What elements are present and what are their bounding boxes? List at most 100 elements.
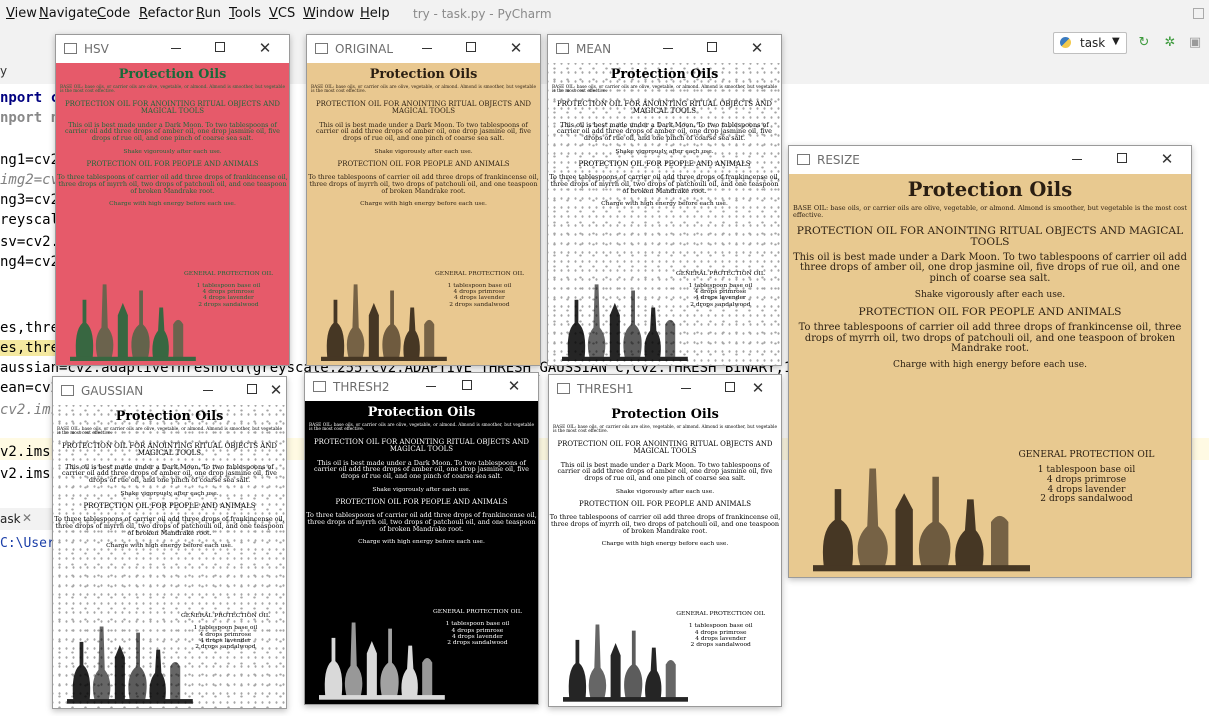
run-tab-label: ask <box>0 512 21 526</box>
recipe-body-2: To three tablespoons of carrier oil add … <box>549 173 780 195</box>
window-title: MEAN <box>576 42 612 56</box>
minimize-icon[interactable] <box>658 40 678 56</box>
minimize-icon[interactable] <box>166 40 186 56</box>
window-titlebar[interactable]: HSV ✕ <box>56 35 289 63</box>
recipe-body-1: This oil is best made under a Dark Moon.… <box>793 252 1187 284</box>
gaussian-window[interactable]: GAUSSIAN ✕ Protection Oils BASE OIL: bas… <box>52 376 287 709</box>
minimize-icon[interactable] <box>676 380 696 396</box>
ingredient-item: 2 drops sandalwood <box>449 300 510 308</box>
ingredient-list: 1 tablespoon base oil 4 drops primrose 4… <box>428 282 531 308</box>
recipe-heading-2: PROTECTION OIL FOR PEOPLE AND ANIMALS <box>335 497 508 506</box>
recipe-title: Protection Oils <box>115 409 224 424</box>
recipe-heading-2: PROTECTION OIL FOR PEOPLE AND ANIMALS <box>83 501 256 510</box>
coverage-icon[interactable]: ▣ <box>1188 36 1202 50</box>
window-title: GAUSSIAN <box>81 384 144 398</box>
python-icon <box>1060 37 1071 48</box>
run-tool-tab[interactable]: ask ✕ <box>0 508 60 530</box>
recipe-bottom: GENERAL PROTECTION OIL 1 tablespoon base… <box>53 605 286 708</box>
maximize-icon[interactable] <box>457 378 477 394</box>
maximize-icon[interactable] <box>720 380 740 396</box>
close-icon[interactable]: ✕ <box>1157 151 1177 167</box>
recipe-bottom: GENERAL PROTECTION OIL 1 tablespoon base… <box>56 262 289 365</box>
image-canvas: Protection Oils BASE OIL: base oils, or … <box>53 405 286 708</box>
debug-icon[interactable]: ✲ <box>1163 36 1177 50</box>
recipe-general: GENERAL PROTECTION OIL 1 tablespoon base… <box>998 450 1175 505</box>
menu-navigate[interactable]: Navigate <box>39 6 97 21</box>
close-icon[interactable]: ✕ <box>255 40 275 56</box>
window-titlebar[interactable]: RESIZE ✕ <box>789 146 1191 174</box>
window-titlebar[interactable]: MEAN ✕ <box>548 35 781 63</box>
menu-help[interactable]: Help <box>360 6 390 21</box>
maximize-icon[interactable] <box>461 40 481 56</box>
minimize-icon[interactable] <box>198 382 218 398</box>
recipe-base-text: BASE OIL: base oils, or carrier oils are… <box>793 204 1187 219</box>
recipe-title: Protection Oils <box>907 178 1073 201</box>
rerun-icon[interactable]: ↻ <box>1137 36 1151 50</box>
menu-vcs[interactable]: VCS <box>269 6 295 21</box>
window-titlebar[interactable]: THRESH1 ✕ <box>549 375 781 403</box>
recipe-charge: Charge with high energy before each use. <box>360 200 487 208</box>
run-config-dropdown[interactable]: task ▼ <box>1053 32 1127 54</box>
recipe-heading-1: PROTECTION OIL FOR ANOINTING RITUAL OBJE… <box>556 99 773 116</box>
menu-code[interactable]: Code <box>97 6 130 21</box>
window-title: RESIZE <box>817 153 860 167</box>
recipe-general-heading: GENERAL PROTECTION OIL <box>676 269 765 277</box>
menu-tools[interactable]: Tools <box>229 6 261 21</box>
menu-run[interactable]: Run <box>196 6 221 21</box>
recipe-body-1: This oil is best made under a Dark Moon.… <box>557 460 773 483</box>
recipe-body-2: To three tablespoons of carrier oil add … <box>308 173 539 195</box>
maximize-icon[interactable] <box>1112 151 1132 167</box>
maximize-icon[interactable] <box>242 382 262 398</box>
recipe-image: Protection Oils BASE OIL: base oils, or … <box>56 63 289 365</box>
recipe-image: Protection Oils BASE OIL: base oils, or … <box>549 403 781 706</box>
recipe-charge: Charge with high energy before each use. <box>358 538 485 546</box>
recipe-shake: Shake vigorously after each use. <box>374 147 473 155</box>
minimize-icon[interactable] <box>421 378 441 394</box>
window-title: THRESH2 <box>333 380 390 394</box>
mean-window[interactable]: MEAN ✕ Protection Oils BASE OIL: base oi… <box>547 34 782 366</box>
ingredient-item: 2 drops sandalwood <box>447 639 508 647</box>
recipe-body-2: To three tablespoons of carrier oil add … <box>798 322 1182 354</box>
recipe-base-text: BASE OIL: base oils, or carrier oils are… <box>311 85 536 95</box>
hsv-window[interactable]: HSV ✕ Protection Oils BASE OIL: base oil… <box>55 34 290 366</box>
maximize-icon[interactable] <box>702 40 722 56</box>
thresh1-window[interactable]: THRESH1 ✕ Protection Oils BASE OIL: base… <box>548 374 782 707</box>
ingredient-list: 1 tablespoon base oil 4 drops primrose 4… <box>998 466 1175 504</box>
maximize-icon[interactable] <box>210 40 230 56</box>
resize-window[interactable]: RESIZE ✕ Protection Oils BASE OIL: base … <box>788 145 1192 578</box>
thresh2-window[interactable]: THRESH2 ✕ Protection Oils BASE OIL: base… <box>304 372 539 705</box>
ingredient-list: 1 tablespoon base oil 4 drops primrose 4… <box>669 282 772 308</box>
window-titlebar[interactable]: ORIGINAL ✕ <box>307 35 540 63</box>
window-icon <box>797 154 810 165</box>
ingredient-list: 1 tablespoon base oil 4 drops primrose 4… <box>670 623 772 648</box>
close-icon[interactable]: ✕ <box>266 382 286 398</box>
recipe-shake: Shake vigorously after each use. <box>615 487 715 495</box>
recipe-body-2: To three tablespoons of carrier oil add … <box>306 511 537 533</box>
close-icon[interactable]: ✕ <box>747 40 767 56</box>
recipe-base-text: BASE OIL: base oils, or carrier oils are… <box>552 85 777 95</box>
restore-window-icon[interactable] <box>1193 8 1204 19</box>
minimize-icon[interactable] <box>1067 151 1087 167</box>
original-window[interactable]: ORIGINAL ✕ Protection Oils BASE OIL: bas… <box>306 34 541 366</box>
window-titlebar[interactable]: GAUSSIAN ✕ <box>53 377 286 405</box>
window-titlebar[interactable]: THRESH2 ✕ <box>305 373 538 401</box>
minimize-icon[interactable] <box>417 40 437 56</box>
recipe-bottom: GENERAL PROTECTION OIL 1 tablespoon base… <box>307 262 540 365</box>
close-icon[interactable]: ✕ <box>504 378 524 394</box>
recipe-body-1: This oil is best made under a Dark Moon.… <box>65 120 280 143</box>
recipe-title: Protection Oils <box>611 407 719 422</box>
editor-tab[interactable]: y <box>0 64 7 78</box>
code-line: v2.imsh <box>0 466 60 482</box>
close-icon[interactable]: ✕ <box>748 380 768 396</box>
menu-window[interactable]: Window <box>303 6 354 21</box>
recipe-charge: Charge with high energy before each use. <box>109 200 236 208</box>
window-icon <box>557 383 570 394</box>
recipe-base-text: BASE OIL: base oils, or carrier oils are… <box>57 427 282 437</box>
close-icon[interactable]: ✕ <box>22 511 32 525</box>
close-icon[interactable]: ✕ <box>506 40 526 56</box>
recipe-shake: Shake vigorously after each use. <box>120 489 219 497</box>
run-config-label: task <box>1080 36 1106 50</box>
recipe-heading-2: PROTECTION OIL FOR PEOPLE AND ANIMALS <box>578 159 751 168</box>
menu-refactor[interactable]: Refactor <box>139 6 194 21</box>
menu-view[interactable]: View <box>6 6 37 21</box>
